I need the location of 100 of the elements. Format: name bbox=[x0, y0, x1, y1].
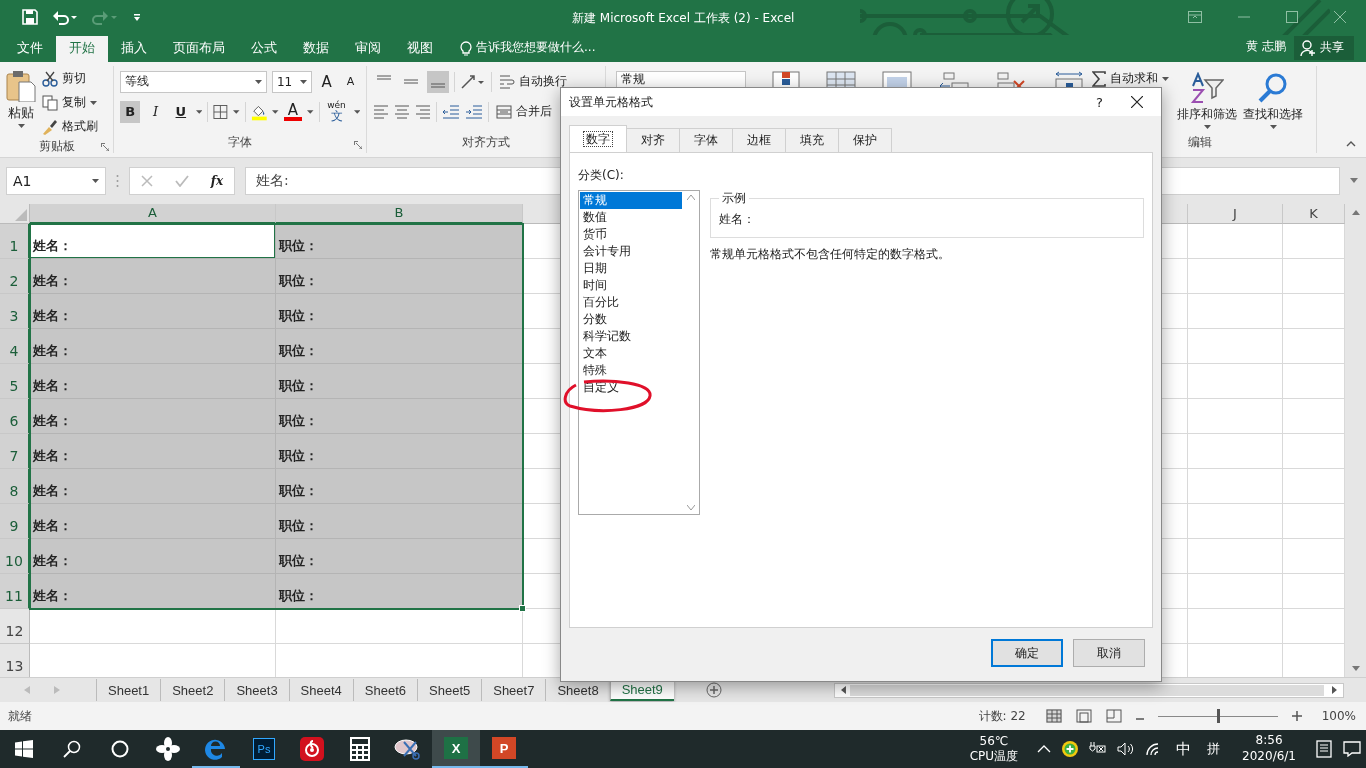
sheet-tab[interactable]: Sheet5 bbox=[417, 679, 482, 702]
scroll-right-icon[interactable] bbox=[1332, 686, 1337, 695]
row-header[interactable]: 6 bbox=[0, 398, 30, 434]
category-item[interactable]: 时间 bbox=[580, 277, 682, 294]
circle-icon[interactable] bbox=[111, 740, 129, 759]
horizontal-scrollbar[interactable] bbox=[834, 682, 1344, 698]
tell-me-search[interactable]: 告诉我您想要做什么... bbox=[476, 38, 596, 56]
user-name[interactable]: 黄 志鹏 bbox=[1246, 37, 1286, 55]
input-mode[interactable]: 拼 bbox=[1207, 740, 1221, 759]
align-center-icon[interactable] bbox=[394, 104, 410, 119]
row-header[interactable]: 13 bbox=[0, 643, 30, 678]
sheet-tab[interactable]: Sheet6 bbox=[352, 679, 417, 702]
autosum-button[interactable]: 自动求和 bbox=[1090, 67, 1171, 90]
category-item[interactable]: 会计专用 bbox=[580, 243, 682, 260]
row-header[interactable]: 2 bbox=[0, 258, 30, 294]
font-name-dropdown[interactable]: 等线 bbox=[120, 70, 267, 93]
notification-icon[interactable] bbox=[1343, 741, 1361, 758]
ribbon-display-icon[interactable] bbox=[1188, 11, 1202, 23]
page-layout-icon[interactable] bbox=[1075, 709, 1092, 724]
save-icon[interactable] bbox=[22, 9, 38, 26]
row-header[interactable]: 9 bbox=[0, 503, 30, 539]
dialog-launcher-icon[interactable] bbox=[101, 142, 109, 151]
add-sheet-icon[interactable] bbox=[705, 682, 722, 699]
ribbon-tab[interactable]: 数据 bbox=[290, 35, 342, 62]
undo-icon[interactable] bbox=[52, 9, 78, 26]
vertical-scrollbar[interactable] bbox=[1345, 203, 1366, 678]
taskbar-app[interactable]: Ps bbox=[240, 730, 288, 768]
borders-icon[interactable] bbox=[213, 103, 229, 120]
scroll-up-icon[interactable] bbox=[1351, 209, 1360, 215]
align-right-icon[interactable] bbox=[415, 104, 431, 119]
category-item[interactable]: 百分比 bbox=[580, 294, 682, 311]
taskbar-app[interactable]: P bbox=[480, 730, 528, 768]
row-header[interactable]: 7 bbox=[0, 433, 30, 469]
decrease-indent-icon[interactable] bbox=[442, 104, 460, 119]
sheet-tab[interactable]: Sheet3 bbox=[224, 679, 289, 702]
category-list[interactable]: 常规 数值 货币 会计专用 日期 时间 百分比 分数 科学记数 文本 特殊 自定义 bbox=[578, 190, 700, 515]
column-header[interactable]: B bbox=[276, 203, 523, 224]
italic-button[interactable]: I bbox=[145, 100, 166, 123]
cut-button[interactable]: 剪切 bbox=[40, 67, 100, 90]
splitter-handle-icon[interactable] bbox=[116, 173, 119, 188]
grow-font-button[interactable]: A bbox=[317, 70, 337, 93]
zoom-level-text[interactable]: 100% bbox=[1321, 709, 1356, 724]
format-painter-button[interactable]: 格式刷 bbox=[40, 115, 100, 138]
sheet-tab[interactable]: Sheet4 bbox=[288, 679, 353, 702]
scroll-up-icon[interactable] bbox=[687, 195, 695, 200]
copy-button[interactable]: 复制 bbox=[40, 91, 100, 114]
column-header[interactable]: K bbox=[1283, 203, 1345, 224]
expand-formula-icon[interactable] bbox=[1350, 178, 1358, 184]
chevron-up-icon[interactable] bbox=[1037, 745, 1052, 754]
phonetic-guide-button[interactable]: wén 文 bbox=[324, 100, 349, 123]
ribbon-tab[interactable]: 公式 bbox=[238, 35, 290, 62]
number-format-dropdown[interactable]: 常规 bbox=[616, 70, 746, 89]
zoom-slider-thumb[interactable] bbox=[1216, 709, 1220, 724]
category-item[interactable]: 自定义 bbox=[580, 379, 682, 396]
underline-button[interactable]: U bbox=[170, 100, 191, 123]
share-button[interactable]: 共享 bbox=[1294, 35, 1354, 60]
category-item[interactable]: 特殊 bbox=[580, 362, 682, 379]
row-header[interactable]: 11 bbox=[0, 573, 30, 609]
shrink-font-button[interactable]: A bbox=[341, 70, 360, 93]
row-header[interactable]: 10 bbox=[0, 538, 30, 574]
customize-caret-icon[interactable] bbox=[132, 12, 142, 23]
column-header[interactable]: A bbox=[30, 203, 276, 224]
row-header[interactable]: 12 bbox=[0, 608, 30, 644]
dialog-launcher-icon[interactable] bbox=[354, 140, 362, 149]
maximize-icon[interactable] bbox=[1286, 11, 1298, 23]
category-item[interactable]: 文本 bbox=[580, 345, 682, 362]
search-icon[interactable] bbox=[63, 740, 81, 759]
help-button[interactable]: ? bbox=[1096, 94, 1103, 110]
start-icon[interactable] bbox=[15, 740, 33, 759]
align-left-icon[interactable] bbox=[373, 104, 389, 119]
merge-center-button[interactable]: 合并后 bbox=[494, 100, 554, 123]
sort-filter-button[interactable]: 排序和筛选 bbox=[1177, 67, 1237, 133]
input-language[interactable]: 中 bbox=[1176, 739, 1192, 759]
collapse-ribbon-icon[interactable] bbox=[1346, 140, 1356, 147]
sheet-tab[interactable]: Sheet2 bbox=[160, 679, 225, 702]
scroll-left-icon[interactable] bbox=[841, 686, 846, 695]
category-item[interactable]: 货币 bbox=[580, 226, 682, 243]
row-header[interactable]: 3 bbox=[0, 293, 30, 329]
dialog-tab[interactable]: 数字 bbox=[569, 125, 627, 152]
ribbon-tab[interactable]: 开始 bbox=[56, 35, 108, 62]
find-select-button[interactable]: 查找和选择 bbox=[1243, 67, 1303, 133]
sheet-tab[interactable]: Sheet7 bbox=[481, 679, 546, 702]
taskbar-app[interactable]: X bbox=[432, 730, 480, 768]
check-icon[interactable] bbox=[174, 174, 189, 187]
page-break-icon[interactable] bbox=[1105, 709, 1122, 724]
dialog-tab[interactable]: 保护 bbox=[838, 128, 892, 152]
sheet-tab[interactable]: Sheet1 bbox=[96, 679, 161, 702]
ok-button[interactable]: 确定 bbox=[991, 639, 1063, 667]
category-item[interactable]: 科学记数 bbox=[580, 328, 682, 345]
scroll-down-icon[interactable] bbox=[687, 505, 695, 510]
volume-icon[interactable] bbox=[1117, 742, 1136, 757]
category-item[interactable]: 日期 bbox=[580, 260, 682, 277]
column-header[interactable]: J bbox=[1188, 203, 1283, 224]
row-header[interactable]: 5 bbox=[0, 363, 30, 399]
plus-circle-icon[interactable] bbox=[1061, 740, 1080, 759]
name-box[interactable]: A1 bbox=[6, 166, 106, 195]
category-item[interactable]: 数值 bbox=[580, 209, 682, 226]
cancel-button[interactable]: 取消 bbox=[1073, 639, 1145, 667]
clock[interactable]: 8:56 2020/6/1 bbox=[1242, 730, 1296, 768]
category-item[interactable]: 分数 bbox=[580, 311, 682, 328]
